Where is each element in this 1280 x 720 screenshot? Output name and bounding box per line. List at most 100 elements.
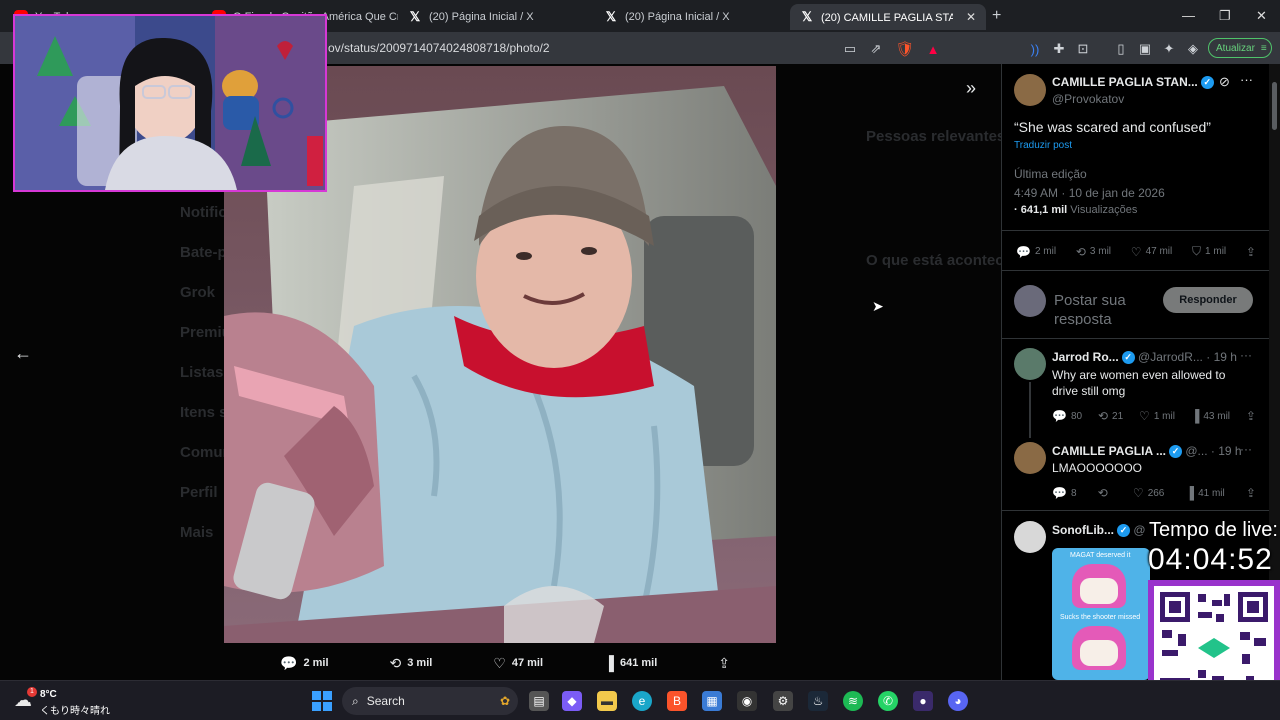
reply-views-stat[interactable]: ▐ 41 mil	[1186, 486, 1225, 500]
reply-reply-stat[interactable]: 💬 8	[1052, 486, 1077, 500]
cast-icon[interactable]: ▭	[841, 40, 859, 58]
reply-meme-image[interactable]: MAGAT deserved it Sucks the shooter miss…	[1052, 548, 1150, 680]
repost-icon: ⟲	[1075, 244, 1086, 259]
more-options-icon[interactable]: ···	[1240, 348, 1252, 362]
spotify-icon[interactable]: ≋	[843, 691, 863, 711]
like-count: 47 mil	[511, 657, 544, 669]
reply-repost-stat[interactable]: ⟲	[1098, 486, 1112, 500]
divider	[1001, 270, 1269, 271]
settings-gear-icon[interactable]: ⚙	[773, 691, 793, 711]
tab-title: (20) Página Inicial / X	[429, 11, 534, 23]
close-window-icon[interactable]: ✕	[1256, 8, 1267, 24]
reply-input-line2[interactable]: resposta	[1054, 311, 1112, 325]
reply-avatar[interactable]	[1014, 442, 1046, 474]
scrollbar-thumb[interactable]	[1272, 82, 1277, 130]
reply-author-row[interactable]: CAMILLE PAGLIA ... ✓ @... · 19 h	[1052, 444, 1242, 459]
reply-count: 2 mil	[303, 657, 329, 669]
minimize-icon[interactable]: —	[1182, 8, 1195, 23]
tab-x-home-2[interactable]: 𝕏 (20) Página Inicial / X	[594, 4, 790, 30]
extensions-icon[interactable]: ✚	[1050, 40, 1068, 58]
share-icon: ⇪	[1245, 409, 1256, 423]
microsoft-store-icon[interactable]: ▦	[702, 691, 722, 711]
weather-description[interactable]: くもり時々晴れ	[40, 702, 110, 717]
url-field[interactable]: ov/status/2009714074024808718/photo/2	[328, 41, 550, 55]
reply-views-stat[interactable]: ▐ 43 mil	[1191, 409, 1230, 423]
reply-share-stat[interactable]: ⇪	[1246, 409, 1256, 423]
edge-icon[interactable]: e	[632, 691, 652, 711]
tab-x-home-1[interactable]: 𝕏 (20) Página Inicial / X	[398, 4, 594, 30]
reply-action[interactable]: 💬 2 mil	[280, 655, 329, 672]
post-bookmark-stat[interactable]: ⛉ 1 mil	[1192, 244, 1226, 259]
meme-caption-top: MAGAT deserved it	[1070, 552, 1131, 559]
post-reply-stat[interactable]: 💬 2 mil	[1016, 245, 1056, 259]
view-count: 43 mil	[1203, 410, 1231, 422]
more-options-icon[interactable]: ···	[1240, 442, 1252, 456]
whatsapp-icon[interactable]: ✆	[878, 691, 898, 711]
reply-input-line1[interactable]: Postar sua	[1054, 292, 1126, 309]
maximize-icon[interactable]: ❐	[1219, 8, 1231, 24]
more-options-icon[interactable]: ···	[1240, 72, 1253, 87]
file-explorer-icon[interactable]: ▬	[597, 691, 617, 711]
new-tab-button[interactable]: +	[992, 7, 1001, 25]
reply-author-row[interactable]: SonofLib... ✓ @	[1052, 523, 1146, 538]
author-name-row[interactable]: CAMILLE PAGLIA STAN... ✓	[1052, 75, 1214, 90]
task-view-icon[interactable]: ▤	[529, 691, 549, 711]
repost-action[interactable]: ⟲ 3 mil	[390, 655, 433, 672]
leo-ai-icon[interactable]: ✦	[1160, 40, 1178, 58]
reply-author-row[interactable]: Jarrod Ro... ✓ @JarrodR... · 19 h	[1052, 350, 1237, 365]
heart-icon: ♡	[1132, 486, 1144, 500]
reply-button[interactable]: Responder	[1163, 287, 1253, 313]
views-icon: ▐	[1185, 486, 1195, 500]
reply-like-stat[interactable]: ♡ 1 mil	[1139, 409, 1175, 423]
collapse-sidebar-icon[interactable]: »	[966, 78, 976, 99]
vpn-icon[interactable]: ◈	[1184, 40, 1202, 58]
post-like-stat[interactable]: ♡ 47 mil	[1131, 245, 1172, 259]
heart-icon: ♡	[1139, 409, 1150, 423]
reply-author-handle: @	[1133, 523, 1146, 537]
reply-repost-stat[interactable]: ⟲ 21	[1098, 409, 1123, 423]
live-time-label: Tempo de live:	[1149, 519, 1278, 541]
like-action[interactable]: ♡ 47 mil	[493, 655, 543, 672]
view-count: 641 mil	[619, 657, 658, 669]
author-avatar[interactable]	[1014, 74, 1046, 106]
sidebar-icon[interactable]: ▯	[1112, 40, 1130, 58]
last-edited-label[interactable]: Última edição	[1014, 167, 1087, 181]
tab-x-post-active[interactable]: 𝕏 (20) CAMILLE PAGLIA STAN ✨ F ✕	[790, 4, 986, 30]
grok-icon[interactable]: ⊘	[1219, 74, 1230, 90]
share-action[interactable]: ⇪	[718, 655, 730, 672]
audio-icon[interactable]: ))	[1026, 40, 1044, 58]
post-repost-stat[interactable]: ⟲ 3 mil	[1076, 245, 1111, 259]
screenshot-icon[interactable]: ⊡	[1074, 40, 1092, 58]
discord-icon[interactable]: ◕	[948, 691, 968, 711]
reply-avatar[interactable]	[1014, 521, 1046, 553]
post-timestamp[interactable]: 4:49 AM · 10 de jan de 2026	[1014, 186, 1165, 200]
wallet-icon[interactable]: ▣	[1136, 40, 1154, 58]
copilot-icon[interactable]: ◆	[562, 691, 582, 711]
share-icon: ⇪	[1245, 244, 1256, 259]
brave-rewards-icon[interactable]: ▲	[924, 40, 942, 58]
reply-text-line1: Why are women even allowed to	[1052, 368, 1226, 382]
reply-like-stat[interactable]: ♡ 266	[1133, 486, 1164, 500]
camera-app-icon[interactable]: ◉	[737, 691, 757, 711]
steam-icon[interactable]: ♨	[808, 691, 828, 711]
reply-reply-stat[interactable]: 💬 80	[1052, 409, 1082, 423]
back-arrow-icon[interactable]: ←	[14, 343, 32, 364]
taskbar-search[interactable]: ⌕ Search ✿	[342, 687, 518, 715]
translate-post-link[interactable]: Traduzir post	[1014, 140, 1072, 151]
weather-temperature[interactable]: 8°C	[40, 689, 57, 700]
update-button[interactable]: Atualizar ≡	[1208, 38, 1272, 58]
obs-icon[interactable]: ●	[913, 691, 933, 711]
author-name: CAMILLE PAGLIA STAN...	[1052, 75, 1198, 89]
brave-browser-icon[interactable]: B	[667, 691, 687, 711]
reply-share-stat[interactable]: ⇪	[1246, 486, 1256, 500]
reply-avatar[interactable]	[1014, 348, 1046, 380]
windows-start-icon[interactable]	[312, 691, 332, 711]
bookmark-icon: ⛉	[1192, 244, 1202, 258]
close-tab-icon[interactable]: ✕	[966, 10, 976, 24]
views-action[interactable]: ▐ 641 mil	[604, 655, 657, 671]
search-label: Search	[366, 694, 405, 708]
author-handle[interactable]: @Provokatov	[1052, 92, 1124, 106]
post-share-stat[interactable]: ⇪	[1246, 245, 1256, 259]
brave-shield-icon[interactable]: 🛡	[895, 40, 914, 58]
share-icon[interactable]: ⇗	[867, 40, 885, 58]
